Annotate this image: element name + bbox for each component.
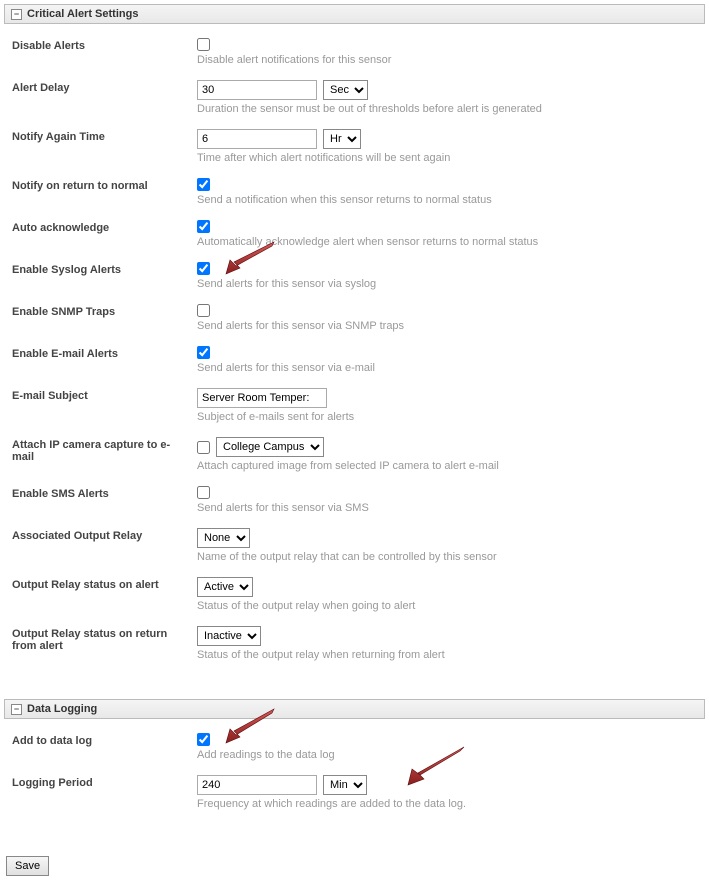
- disable-alerts-label: Disable Alerts: [12, 38, 197, 52]
- enable-syslog-help: Send alerts for this sensor via syslog: [197, 278, 697, 290]
- enable-snmp-label: Enable SNMP Traps: [12, 304, 197, 318]
- notify-return-checkbox[interactable]: [197, 178, 210, 191]
- auto-ack-help: Automatically acknowledge alert when sen…: [197, 236, 697, 248]
- enable-email-help: Send alerts for this sensor via e-mail: [197, 362, 697, 374]
- enable-sms-help: Send alerts for this sensor via SMS: [197, 502, 697, 514]
- attach-ip-help: Attach captured image from selected IP c…: [197, 460, 697, 472]
- section-logging-header: − Data Logging: [4, 699, 705, 719]
- assoc-relay-help: Name of the output relay that can be con…: [197, 551, 697, 563]
- attach-ip-select[interactable]: College Campus: [216, 437, 324, 457]
- section-logging-title: Data Logging: [27, 703, 97, 715]
- relay-return-select[interactable]: Inactive: [197, 626, 261, 646]
- alert-delay-unit[interactable]: Sec: [323, 80, 368, 100]
- notify-return-label: Notify on return to normal: [12, 178, 197, 192]
- enable-email-checkbox[interactable]: [197, 346, 210, 359]
- assoc-relay-label: Associated Output Relay: [12, 528, 197, 542]
- notify-again-input[interactable]: [197, 129, 317, 149]
- notify-again-label: Notify Again Time: [12, 129, 197, 143]
- enable-sms-label: Enable SMS Alerts: [12, 486, 197, 500]
- enable-sms-checkbox[interactable]: [197, 486, 210, 499]
- enable-syslog-checkbox[interactable]: [197, 262, 210, 275]
- attach-ip-label: Attach IP camera capture to e-mail: [12, 437, 197, 463]
- notify-return-help: Send a notification when this sensor ret…: [197, 194, 697, 206]
- relay-return-help: Status of the output relay when returnin…: [197, 649, 697, 661]
- email-subject-label: E-mail Subject: [12, 388, 197, 402]
- log-period-label: Logging Period: [12, 775, 197, 789]
- assoc-relay-select[interactable]: None: [197, 528, 250, 548]
- auto-ack-label: Auto acknowledge: [12, 220, 197, 234]
- section-critical-title: Critical Alert Settings: [27, 8, 138, 20]
- enable-snmp-help: Send alerts for this sensor via SNMP tra…: [197, 320, 697, 332]
- log-period-unit[interactable]: Min: [323, 775, 367, 795]
- disable-alerts-help: Disable alert notifications for this sen…: [197, 54, 697, 66]
- enable-email-label: Enable E-mail Alerts: [12, 346, 197, 360]
- section-critical-header: − Critical Alert Settings: [4, 4, 705, 24]
- email-subject-input[interactable]: [197, 388, 327, 408]
- relay-return-label: Output Relay status on return from alert: [12, 626, 197, 652]
- relay-alert-select[interactable]: Active: [197, 577, 253, 597]
- alert-delay-input[interactable]: [197, 80, 317, 100]
- add-log-help: Add readings to the data log: [197, 749, 697, 761]
- enable-syslog-label: Enable Syslog Alerts: [12, 262, 197, 276]
- relay-alert-label: Output Relay status on alert: [12, 577, 197, 591]
- attach-ip-checkbox[interactable]: [197, 441, 210, 454]
- add-log-label: Add to data log: [12, 733, 197, 747]
- notify-again-help: Time after which alert notifications wil…: [197, 152, 697, 164]
- relay-alert-help: Status of the output relay when going to…: [197, 600, 697, 612]
- save-button[interactable]: Save: [6, 856, 49, 876]
- notify-again-unit[interactable]: Hr: [323, 129, 361, 149]
- collapse-icon[interactable]: −: [11, 9, 22, 20]
- log-period-input[interactable]: [197, 775, 317, 795]
- alert-delay-help: Duration the sensor must be out of thres…: [197, 103, 697, 115]
- email-subject-help: Subject of e-mails sent for alerts: [197, 411, 697, 423]
- auto-ack-checkbox[interactable]: [197, 220, 210, 233]
- disable-alerts-checkbox[interactable]: [197, 38, 210, 51]
- collapse-icon[interactable]: −: [11, 704, 22, 715]
- enable-snmp-checkbox[interactable]: [197, 304, 210, 317]
- alert-delay-label: Alert Delay: [12, 80, 197, 94]
- add-log-checkbox[interactable]: [197, 733, 210, 746]
